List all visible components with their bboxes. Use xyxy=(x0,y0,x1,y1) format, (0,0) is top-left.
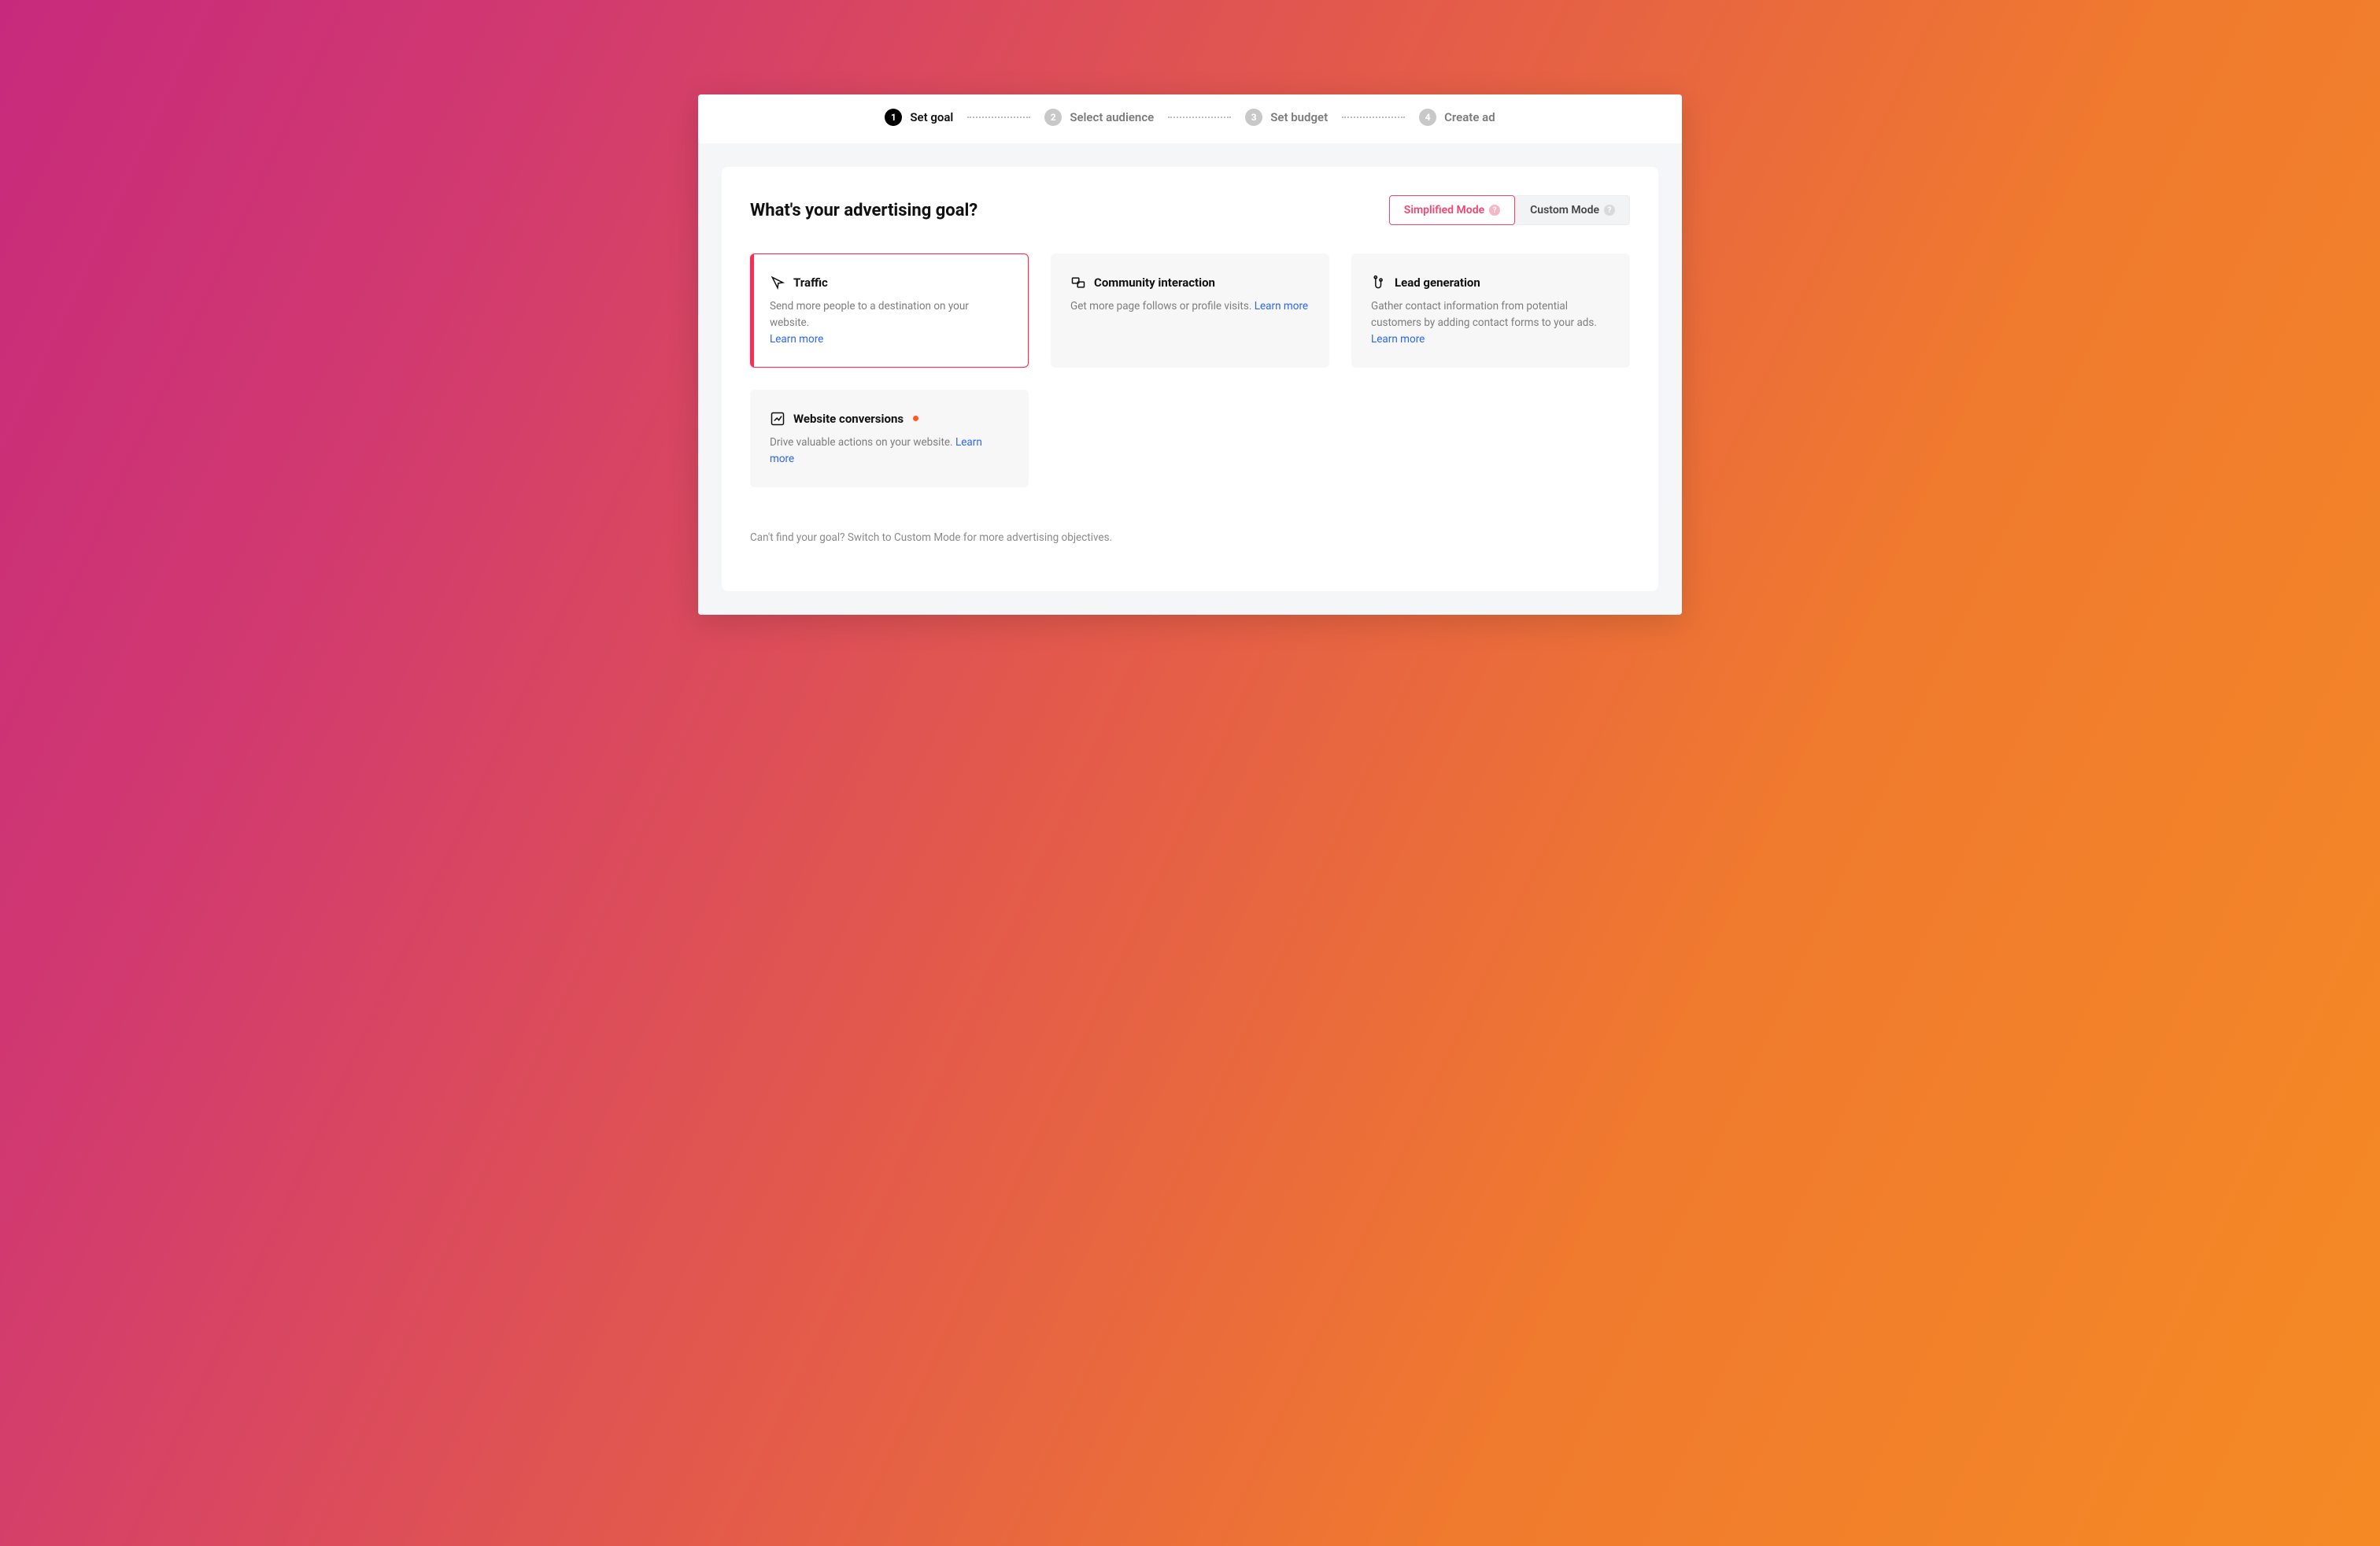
goal-desc-text: Get more page follows or profile visits. xyxy=(1070,300,1251,313)
goal-panel: What's your advertising goal? Simplified… xyxy=(722,167,1658,591)
step-label: Set budget xyxy=(1270,110,1328,124)
step-set-goal[interactable]: 1 Set goal xyxy=(885,109,953,126)
goal-desc-text: Drive valuable actions on your website. xyxy=(770,436,953,449)
step-separator xyxy=(1342,117,1405,118)
goal-card-conversions[interactable]: Website conversions Drive valuable actio… xyxy=(750,390,1029,487)
goal-card-head: Website conversions xyxy=(770,411,1009,427)
mode-toggle: Simplified Mode ? Custom Mode ? xyxy=(1389,195,1630,225)
goal-description: Send more people to a destination on you… xyxy=(770,298,1009,348)
goal-grid: Traffic Send more people to a destinatio… xyxy=(750,253,1630,487)
goal-desc-text: Gather contact information from potentia… xyxy=(1371,300,1597,329)
step-select-audience[interactable]: 2 Select audience xyxy=(1044,109,1154,126)
step-label: Create ad xyxy=(1444,110,1495,124)
community-icon xyxy=(1070,275,1086,290)
goal-description: Gather contact information from potentia… xyxy=(1371,298,1610,348)
step-set-budget[interactable]: 3 Set budget xyxy=(1245,109,1328,126)
custom-mode-button[interactable]: Custom Mode ? xyxy=(1515,195,1630,225)
goal-card-head: Community interaction xyxy=(1070,275,1310,290)
goal-card-head: Traffic xyxy=(770,275,1009,290)
content-area: What's your advertising goal? Simplified… xyxy=(698,143,1682,615)
custom-mode-label: Custom Mode xyxy=(1530,204,1599,216)
learn-more-link[interactable]: Learn more xyxy=(1371,333,1425,346)
goal-card-traffic[interactable]: Traffic Send more people to a destinatio… xyxy=(750,253,1029,368)
step-separator xyxy=(967,117,1030,118)
stepper-bar: 1 Set goal 2 Select audience 3 Set budge… xyxy=(698,94,1682,143)
goal-title: Lead generation xyxy=(1395,276,1480,290)
help-icon: ? xyxy=(1604,205,1615,216)
step-number: 2 xyxy=(1044,109,1062,126)
panel-title: What's your advertising goal? xyxy=(750,201,978,220)
lead-icon xyxy=(1371,275,1387,290)
simplified-mode-label: Simplified Mode xyxy=(1404,204,1484,216)
help-icon: ? xyxy=(1489,205,1500,216)
cursor-icon xyxy=(770,275,785,290)
step-create-ad[interactable]: 4 Create ad xyxy=(1419,109,1495,126)
conversions-icon xyxy=(770,411,785,427)
new-badge-icon xyxy=(913,416,918,421)
step-number: 4 xyxy=(1419,109,1436,126)
footer-hint: Can't find your goal? Switch to Custom M… xyxy=(750,531,1630,544)
goal-description: Get more page follows or profile visits.… xyxy=(1070,298,1310,315)
step-separator xyxy=(1168,117,1231,118)
learn-more-link[interactable]: Learn more xyxy=(1255,300,1308,313)
goal-card-head: Lead generation xyxy=(1371,275,1610,290)
campaign-setup-window: 1 Set goal 2 Select audience 3 Set budge… xyxy=(698,94,1682,615)
goal-desc-text: Send more people to a destination on you… xyxy=(770,300,969,329)
step-label: Set goal xyxy=(910,110,953,124)
step-label: Select audience xyxy=(1070,110,1154,124)
step-number: 1 xyxy=(885,109,902,126)
goal-card-community[interactable]: Community interaction Get more page foll… xyxy=(1051,253,1329,368)
step-number: 3 xyxy=(1245,109,1262,126)
panel-header: What's your advertising goal? Simplified… xyxy=(750,195,1630,225)
goal-title: Website conversions xyxy=(793,412,904,426)
simplified-mode-button[interactable]: Simplified Mode ? xyxy=(1389,195,1515,225)
learn-more-link[interactable]: Learn more xyxy=(770,333,823,346)
goal-card-lead[interactable]: Lead generation Gather contact informati… xyxy=(1351,253,1630,368)
goal-title: Community interaction xyxy=(1094,276,1215,290)
goal-title: Traffic xyxy=(793,276,828,290)
goal-description: Drive valuable actions on your website. … xyxy=(770,435,1009,468)
